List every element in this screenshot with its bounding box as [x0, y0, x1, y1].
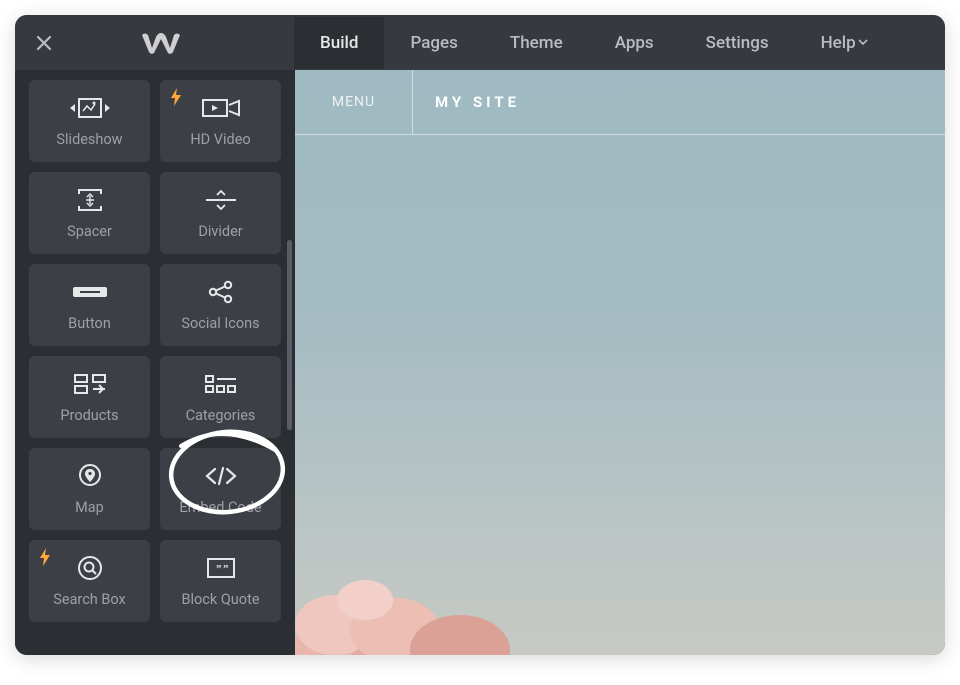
element-label: Button	[68, 315, 111, 332]
weebly-logo-icon	[140, 30, 182, 56]
menu-button[interactable]: MENU	[295, 70, 413, 134]
weebly-logo[interactable]	[140, 30, 182, 56]
svg-text:”: ”	[216, 563, 222, 575]
embed-code-icon	[203, 463, 239, 489]
search-icon	[77, 555, 103, 581]
element-social-icons[interactable]: Social Icons	[160, 264, 281, 346]
site-title[interactable]: MY SITE	[413, 93, 520, 111]
bolt-icon	[39, 548, 51, 566]
categories-icon	[204, 371, 238, 397]
nav-tab-build[interactable]: Build	[294, 17, 384, 69]
slideshow-icon	[67, 95, 113, 121]
site-preview-canvas[interactable]: MENU MY SITE	[295, 70, 945, 655]
element-label: Social Icons	[181, 315, 259, 332]
element-label: Categories	[186, 407, 256, 424]
element-slideshow[interactable]: Slideshow	[29, 80, 150, 162]
element-label: Embed Code	[179, 499, 261, 516]
sidebar-scrollbar[interactable]	[287, 70, 293, 655]
app-window: Build Pages Theme Apps Settings Help Sli…	[15, 15, 945, 655]
elements-grid: Slideshow HD Video Spacer	[29, 80, 281, 622]
element-button[interactable]: Button	[29, 264, 150, 346]
element-label: HD Video	[190, 131, 250, 148]
nav-tab-pages[interactable]: Pages	[384, 17, 483, 69]
element-label: Products	[60, 407, 118, 424]
element-label: Search Box	[53, 591, 126, 608]
element-label: Slideshow	[56, 131, 122, 148]
element-label: Map	[75, 499, 104, 516]
close-button[interactable]	[33, 32, 55, 54]
element-label: Divider	[198, 223, 242, 240]
hd-video-icon	[201, 95, 241, 121]
main-area: Slideshow HD Video Spacer	[15, 70, 945, 655]
close-icon	[34, 33, 54, 53]
element-label: Block Quote	[181, 591, 259, 608]
block-quote-icon: ””	[206, 555, 236, 581]
topbar: Build Pages Theme Apps Settings Help	[15, 15, 945, 70]
scrollbar-thumb[interactable]	[287, 240, 292, 430]
site-header: MENU MY SITE	[295, 70, 945, 135]
nav-tab-apps[interactable]: Apps	[589, 17, 680, 69]
element-spacer[interactable]: Spacer	[29, 172, 150, 254]
bolt-icon	[170, 88, 182, 106]
element-categories[interactable]: Categories	[160, 356, 281, 438]
element-divider[interactable]: Divider	[160, 172, 281, 254]
element-search-box[interactable]: Search Box	[29, 540, 150, 622]
spacer-icon	[73, 187, 107, 213]
nav-tab-theme[interactable]: Theme	[484, 17, 589, 69]
nav-tab-help[interactable]: Help	[795, 17, 894, 69]
button-icon	[72, 279, 108, 305]
main-nav: Build Pages Theme Apps Settings Help	[294, 17, 894, 69]
nav-tab-settings[interactable]: Settings	[680, 17, 795, 69]
element-block-quote[interactable]: ”” Block Quote	[160, 540, 281, 622]
element-map[interactable]: Map	[29, 448, 150, 530]
svg-text:”: ”	[223, 563, 229, 575]
element-hd-video[interactable]: HD Video	[160, 80, 281, 162]
social-icon	[207, 279, 235, 305]
products-icon	[73, 371, 107, 397]
elements-sidebar: Slideshow HD Video Spacer	[15, 70, 295, 655]
divider-icon	[204, 187, 238, 213]
background-cloud	[295, 515, 555, 655]
element-embed-code[interactable]: Embed Code	[160, 448, 281, 530]
chevron-down-icon	[858, 38, 868, 46]
element-label: Spacer	[67, 223, 112, 240]
element-products[interactable]: Products	[29, 356, 150, 438]
map-pin-icon	[78, 463, 102, 489]
